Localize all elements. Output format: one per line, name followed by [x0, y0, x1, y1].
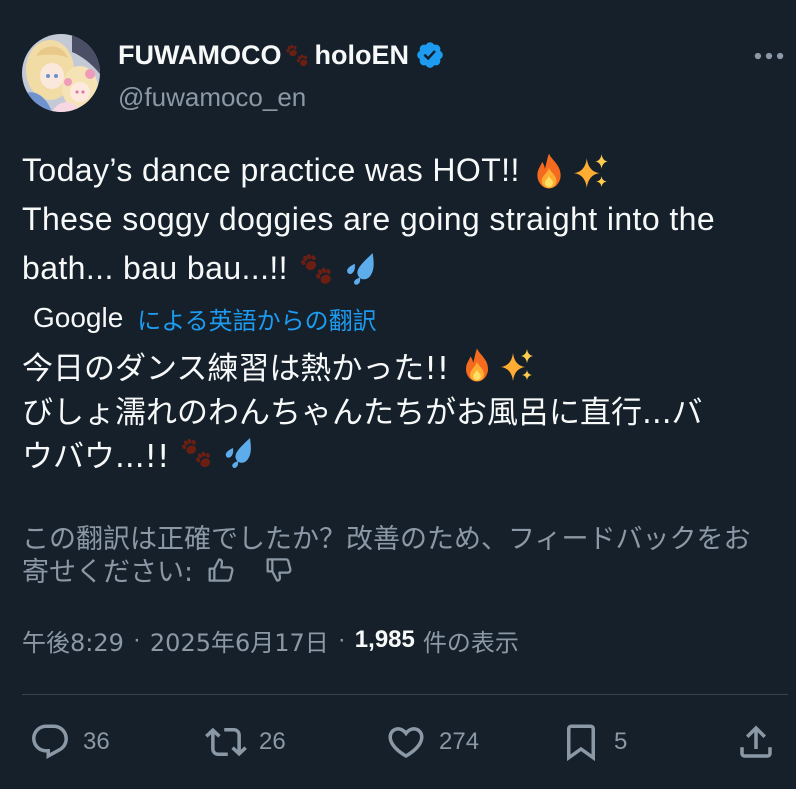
- reply-count[interactable]: 36: [83, 728, 110, 756]
- tweet-line-text: These soggy doggies are going straight i…: [22, 201, 716, 237]
- display-name-part-2[interactable]: holoEN: [314, 40, 409, 71]
- tweet-time-link[interactable]: 午後8:29: [22, 623, 124, 658]
- translated-text: 今日のダンス練習は熱かった!! びしょ濡れのわんちゃんたちがお風呂に直行...バ…: [22, 343, 703, 475]
- bookmark-count[interactable]: 5: [614, 728, 627, 756]
- sweat-droplets-emoji-icon: [219, 435, 255, 471]
- bookmark-icon[interactable]: [560, 721, 602, 763]
- like-count[interactable]: 274: [439, 728, 479, 756]
- tweet-metadata: 午後8:29 · 2025年6月17日 · 1,985 件の表示: [22, 623, 519, 658]
- author-handle[interactable]: @fuwamoco_en: [118, 80, 306, 114]
- tweet-line-text: bath... bau bau...!!: [22, 250, 288, 286]
- like-icon[interactable]: [385, 721, 427, 763]
- tweet-line-text: Today’s dance practice was HOT!!: [22, 152, 520, 188]
- paw-prints-emoji-icon: [284, 42, 311, 69]
- avatar[interactable]: [22, 34, 100, 112]
- views-count[interactable]: 1,985: [355, 626, 415, 654]
- feedback-question: この翻訳は正確でしたか？改善のため、フィードバックをお: [22, 524, 751, 555]
- fire-emoji-icon: [530, 152, 568, 190]
- tweet-line: Today’s dance practice was HOT!!: [22, 146, 715, 195]
- share-icon[interactable]: [735, 721, 777, 763]
- tweet-date-link[interactable]: 2025年6月17日: [150, 623, 329, 658]
- reply-icon[interactable]: [29, 721, 71, 763]
- translation-attribution[interactable]: Google による英語からの翻訳: [33, 300, 377, 336]
- google-logo-text: Google: [33, 302, 124, 333]
- verified-badge-icon[interactable]: [415, 40, 445, 70]
- thumbs-up-icon[interactable]: [205, 554, 237, 586]
- more-icon[interactable]: [750, 37, 788, 75]
- translated-line-text: 今日のダンス練習は熱かった!!: [22, 350, 450, 387]
- sparkles-emoji-icon: [499, 347, 535, 383]
- translated-from-english-link[interactable]: による英語からの翻訳: [137, 301, 376, 336]
- repost-icon[interactable]: [205, 721, 247, 763]
- divider: [22, 694, 788, 695]
- paw-prints-emoji-icon: [179, 435, 215, 471]
- like-button[interactable]: 274: [385, 721, 479, 763]
- feedback-question-cont: 寄せください:: [22, 557, 194, 588]
- share-button[interactable]: [735, 721, 777, 763]
- tweet-text: Today’s dance practice was HOT!! These s…: [22, 146, 715, 293]
- separator-dot: ·: [337, 626, 346, 653]
- sparkles-emoji-icon: [572, 152, 610, 190]
- paw-prints-emoji-icon: [298, 250, 336, 288]
- translated-line-text: びしょ濡れのわんちゃんたちがお風呂に直行...バ: [22, 394, 703, 431]
- repost-button[interactable]: 26: [205, 721, 286, 763]
- translated-line: びしょ濡れのわんちゃんたちがお風呂に直行...バ: [22, 387, 703, 431]
- feedback-row: 寄せください:: [22, 553, 750, 588]
- tweet-line: bath... bau bau...!!: [22, 244, 715, 293]
- translated-line: 今日のダンス練習は熱かった!!: [22, 343, 703, 387]
- sweat-droplets-emoji-icon: [340, 250, 378, 288]
- views-label[interactable]: 件の表示: [423, 623, 519, 658]
- reply-button[interactable]: 36: [29, 721, 110, 763]
- thumbs-down-icon[interactable]: [263, 554, 295, 586]
- repost-count[interactable]: 26: [259, 728, 286, 756]
- display-name-part-1[interactable]: FUWAMOCO: [118, 40, 281, 71]
- bookmark-button[interactable]: 5: [560, 721, 627, 763]
- fire-emoji-icon: [459, 347, 495, 383]
- translation-feedback: この翻訳は正確でしたか？改善のため、フィードバックをお 寄せください:: [22, 520, 751, 588]
- author-name[interactable]: FUWAMOCO holoEN: [118, 36, 445, 74]
- separator-dot: ·: [132, 626, 141, 653]
- translated-line-text: ウバウ...!!: [22, 438, 170, 475]
- translated-line: ウバウ...!!: [22, 431, 703, 475]
- tweet-line: These soggy doggies are going straight i…: [22, 195, 715, 244]
